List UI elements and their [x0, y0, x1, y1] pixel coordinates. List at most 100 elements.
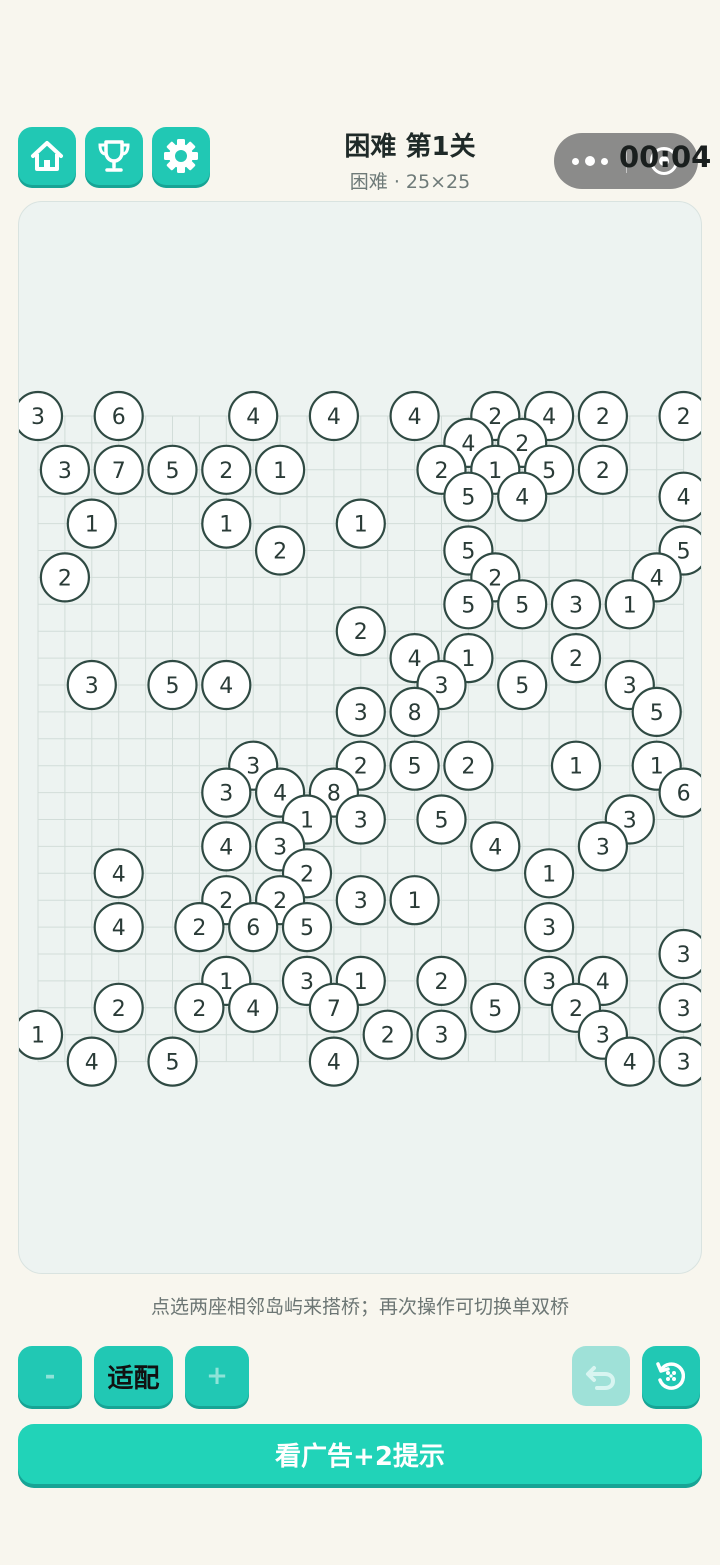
island[interactable]: 8 — [389, 686, 440, 738]
island[interactable]: 4 — [497, 471, 548, 522]
island[interactable]: 5 — [470, 982, 521, 1033]
island-number: 5 — [408, 755, 422, 780]
island[interactable]: 4 — [228, 982, 279, 1033]
island[interactable]: 2 — [201, 444, 252, 495]
island[interactable]: 4 — [470, 821, 521, 872]
island[interactable]: 4 — [389, 390, 440, 442]
island[interactable]: 5 — [497, 579, 548, 630]
island[interactable]: 4 — [228, 390, 279, 442]
island[interactable]: 4 — [604, 1036, 655, 1087]
zoom-out-button[interactable]: - — [18, 1346, 82, 1406]
island[interactable]: 1 — [66, 498, 117, 549]
island[interactable]: 2 — [174, 901, 225, 953]
island[interactable]: 3 — [658, 982, 702, 1033]
island[interactable]: 4 — [93, 848, 144, 899]
island-number: 5 — [488, 997, 502, 1022]
island[interactable]: 6 — [658, 767, 702, 818]
island[interactable]: 2 — [174, 982, 225, 1033]
island-number: 5 — [650, 701, 664, 726]
island[interactable]: 2 — [93, 982, 144, 1033]
island[interactable]: 2 — [577, 444, 629, 495]
island[interactable]: 5 — [443, 579, 494, 630]
island[interactable]: 2 — [39, 552, 91, 603]
restart-button[interactable] — [642, 1346, 700, 1406]
island[interactable]: 1 — [255, 444, 306, 495]
island-number: 3 — [596, 1024, 610, 1049]
island-number: 1 — [273, 459, 287, 484]
leaderboard-button[interactable] — [85, 127, 143, 185]
island[interactable]: 5 — [147, 444, 198, 495]
island[interactable]: 3 — [550, 579, 602, 630]
more-icon[interactable] — [572, 150, 608, 172]
island[interactable]: 5 — [281, 901, 333, 953]
puzzle-board[interactable]: 3644424224237521215254411125522455312412… — [18, 201, 702, 1274]
island-number: 1 — [31, 1024, 45, 1049]
island-number: 2 — [435, 970, 449, 995]
island[interactable]: 3 — [66, 659, 117, 711]
island[interactable]: 2 — [416, 955, 467, 1007]
island-number: 1 — [85, 513, 99, 538]
island[interactable]: 1 — [523, 848, 575, 899]
board-canvas[interactable]: 3 6 4 4 4 2 4 2 24 23 7 5 2 1 2 1 5 25 4 41 1 12 5 52 2 45 5 3 124 1 2… — [18, 201, 702, 1274]
island[interactable]: 2 — [362, 1009, 413, 1060]
island[interactable]: 1 — [335, 498, 386, 549]
island[interactable]: 4 — [201, 659, 252, 711]
island[interactable]: 2 — [658, 390, 702, 442]
island[interactable]: 3 — [335, 794, 386, 845]
island[interactable]: 6 — [228, 901, 279, 953]
island[interactable]: 5 — [497, 659, 548, 711]
island-number: 1 — [354, 970, 368, 995]
zoom-in-button[interactable]: + — [185, 1346, 249, 1406]
island[interactable]: 5 — [443, 471, 494, 522]
island[interactable]: 5 — [416, 794, 467, 845]
island-number: 5 — [515, 593, 529, 618]
island[interactable]: 7 — [93, 444, 144, 495]
island[interactable]: 3 — [658, 928, 702, 980]
island[interactable]: 4 — [658, 471, 702, 522]
island[interactable]: 4 — [93, 901, 144, 953]
island[interactable]: 3 — [39, 444, 91, 495]
island[interactable]: 3 — [523, 901, 575, 953]
island[interactable]: 3 — [201, 767, 252, 818]
island-number: 4 — [677, 486, 691, 511]
island[interactable]: 4 — [66, 1036, 117, 1087]
island[interactable]: 3 — [335, 686, 386, 738]
island[interactable]: 3 — [18, 390, 64, 442]
island[interactable]: 1 — [389, 875, 440, 926]
watch-ad-hint-button[interactable]: 看广告+2提示 — [18, 1424, 702, 1484]
island-number: 3 — [354, 809, 368, 834]
island[interactable]: 2 — [335, 606, 386, 657]
island[interactable]: 5 — [631, 686, 682, 738]
island[interactable]: 5 — [147, 659, 198, 711]
island[interactable]: 3 — [577, 821, 629, 872]
zoom-fit-button[interactable]: 适配 — [94, 1346, 173, 1406]
island[interactable]: 3 — [658, 1036, 702, 1087]
island-number: 3 — [542, 916, 556, 941]
home-button[interactable] — [18, 127, 76, 185]
island[interactable]: 1 — [604, 579, 655, 630]
island[interactable]: 2 — [255, 525, 306, 576]
island[interactable]: 2 — [550, 632, 602, 684]
island-number: 3 — [31, 405, 45, 430]
island[interactable]: 1 — [550, 740, 602, 791]
island[interactable]: 3 — [335, 875, 386, 926]
island[interactable]: 4 — [308, 1036, 359, 1087]
island-number: 4 — [327, 1051, 341, 1076]
island[interactable]: 3 — [416, 1009, 467, 1060]
island[interactable]: 1 — [201, 498, 252, 549]
island[interactable]: 6 — [93, 390, 144, 442]
island-number: 2 — [596, 405, 610, 430]
settings-button[interactable] — [152, 127, 210, 185]
island-number: 7 — [112, 459, 126, 484]
island[interactable]: 7 — [308, 982, 359, 1033]
island[interactable]: 2 — [577, 390, 629, 442]
island[interactable]: 4 — [201, 821, 252, 872]
island[interactable]: 1 — [18, 1009, 64, 1060]
undo-button[interactable] — [572, 1346, 630, 1406]
island-number: 4 — [246, 997, 260, 1022]
island[interactable]: 2 — [443, 740, 494, 791]
island[interactable]: 4 — [308, 390, 359, 442]
island[interactable]: 5 — [147, 1036, 198, 1087]
gear-icon — [164, 139, 198, 173]
island[interactable]: 5 — [389, 740, 440, 791]
